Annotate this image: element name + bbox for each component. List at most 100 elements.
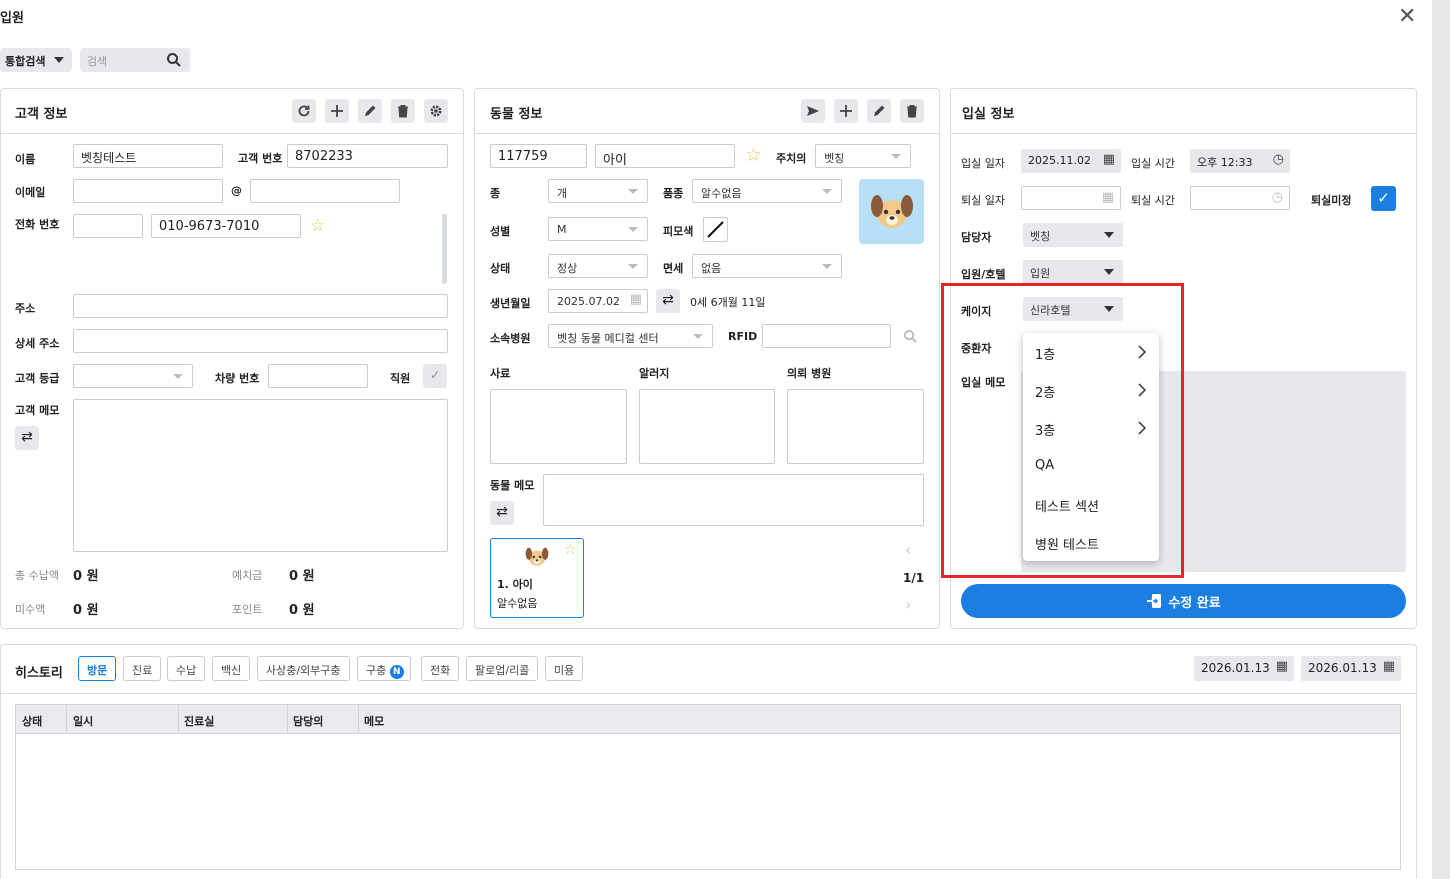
feed-textarea[interactable] [490, 389, 627, 464]
sex-label: 성별 [490, 225, 511, 238]
breed-select[interactable]: 알수없음 [692, 179, 842, 203]
animal-photo[interactable] [859, 179, 924, 244]
animal-memo-textarea[interactable] [543, 474, 924, 526]
date-to-field[interactable]: 2026.01.13 ▦ [1301, 656, 1401, 681]
rfid-field[interactable] [762, 324, 891, 348]
allergy-textarea[interactable] [639, 389, 775, 464]
customer-panel-title: 고객 정보 [15, 107, 68, 122]
species-select[interactable]: 개 [548, 179, 648, 203]
calendar-icon: ▦ [1382, 659, 1395, 674]
new-badge: N [389, 665, 404, 679]
point-label: 포인트 [232, 603, 263, 616]
favorite-star-icon[interactable]: ☆ [745, 144, 762, 166]
car-number-field[interactable] [268, 364, 368, 388]
customer-panel-header: 고객 정보 [1, 89, 463, 134]
dialog-title: 입원 [0, 11, 24, 26]
admit-time-field[interactable]: 오후 12:33 ◷ [1190, 149, 1290, 173]
customer-number-field[interactable]: 8702233 [287, 144, 448, 168]
tab-followup[interactable]: 팔로업/리콜 [466, 656, 539, 681]
tab-treatment[interactable]: 진료 [123, 656, 162, 681]
type-select[interactable]: 입원 [1023, 260, 1123, 284]
delete-animal-button[interactable] [900, 99, 924, 123]
color-empty-icon [707, 221, 724, 238]
caution-label: 주치의 [776, 152, 807, 165]
caret-down-icon [822, 189, 832, 194]
customer-memo-textarea[interactable] [73, 399, 448, 552]
discharge-time-field[interactable]: ◷ [1190, 186, 1290, 210]
admit-date-field[interactable]: 2025.11.02 ▦ [1021, 149, 1121, 173]
phone-prefix-field[interactable] [73, 214, 143, 238]
type-label: 입원/호텔 [961, 268, 1006, 281]
send-button[interactable] [801, 99, 825, 123]
feed-label: 사료 [490, 367, 511, 380]
rfid-search-icon[interactable] [903, 329, 918, 344]
hospital-label: 소속병원 [490, 332, 531, 345]
point-value: 0 원 [289, 603, 315, 618]
animal-id-field[interactable]: 117759 [490, 144, 587, 168]
referral-textarea[interactable] [787, 389, 924, 464]
caret-down-icon [1104, 269, 1114, 275]
customer-name-label: 이름 [15, 153, 36, 166]
dog-face-icon [525, 547, 549, 566]
tab-phone[interactable]: 전화 [421, 656, 460, 681]
refresh-button[interactable] [292, 99, 316, 123]
customer-name-field[interactable]: 벳칭테스트 [73, 144, 223, 168]
address-label: 주소 [15, 302, 36, 315]
next-page-icon[interactable]: › [905, 595, 911, 614]
animal-card[interactable]: ☆ 1. 아이 알수없음 [490, 538, 584, 618]
search-icon[interactable] [166, 52, 182, 68]
tab-deworm[interactable]: 구충 N [357, 656, 411, 681]
detail-address-field[interactable] [73, 329, 448, 353]
manager-select[interactable]: 벳칭 [1023, 223, 1123, 247]
column-header-room: 진료실 [184, 715, 215, 728]
tab-heartworm[interactable]: 사상충/외부구충 [257, 656, 350, 681]
trash-icon [907, 105, 917, 118]
settings-button[interactable] [424, 99, 448, 123]
star-icon[interactable]: ☆ [310, 216, 325, 236]
animal-name-field[interactable]: 아이 [595, 144, 735, 168]
add-animal-button[interactable] [834, 99, 858, 123]
send-icon [807, 106, 819, 116]
page-scrollbar[interactable] [1432, 0, 1450, 879]
date-from-field[interactable]: 2026.01.13 ▦ [1194, 656, 1294, 681]
search-type-dropdown[interactable]: 통합검색 [0, 48, 72, 72]
discharge-pending-label: 퇴실미정 [1311, 194, 1352, 207]
phone-label: 전화 번호 [15, 218, 60, 231]
tab-visit[interactable]: 방문 [78, 656, 117, 681]
submit-button[interactable]: 수정 완료 [961, 584, 1406, 618]
edit-animal-button[interactable] [867, 99, 891, 123]
phone-number-field[interactable]: 010-9673-7010 [151, 214, 301, 238]
search-input[interactable]: 검색 [80, 48, 190, 72]
tab-vaccine[interactable]: 백신 [212, 656, 251, 681]
discharge-pending-checkbox[interactable]: ✓ [1371, 186, 1396, 211]
doctor-select[interactable]: 벳칭 [815, 144, 911, 168]
sex-select[interactable]: M [548, 217, 648, 241]
add-customer-button[interactable] [325, 99, 349, 123]
hospital-select[interactable]: 벳칭 동물 메디컬 센터 [548, 324, 713, 348]
grade-select[interactable] [73, 364, 193, 388]
swap-icon[interactable]: ⇄ [15, 426, 39, 450]
discharge-date-field[interactable]: ▦ [1021, 186, 1121, 210]
color-picker[interactable] [703, 217, 728, 242]
email-domain-field[interactable] [250, 179, 400, 203]
prev-page-icon[interactable]: ‹ [905, 540, 911, 559]
delete-customer-button[interactable] [391, 99, 415, 123]
status-select[interactable]: 정상 [548, 254, 648, 278]
birth-date-field[interactable]: 2025.07.02 ▦ [548, 289, 648, 313]
close-icon[interactable]: ✕ [1398, 4, 1416, 29]
calendar-icon: ▦ [1102, 152, 1115, 167]
edit-customer-button[interactable] [358, 99, 382, 123]
caret-down-icon [628, 264, 638, 269]
staff-label: 직원 [390, 372, 411, 385]
phone-list-scrollbar[interactable] [442, 214, 447, 284]
swap-icon[interactable]: ⇄ [656, 289, 680, 313]
tax-select[interactable]: 없음 [692, 254, 842, 278]
address-field[interactable] [73, 294, 448, 318]
tab-payment[interactable]: 수납 [167, 656, 206, 681]
swap-icon[interactable]: ⇄ [490, 501, 514, 525]
staff-checkbox[interactable]: ✓ [423, 364, 447, 388]
tab-grooming[interactable]: 미용 [545, 656, 584, 681]
hospital-value: 벳칭 동물 메디컬 센터 [557, 332, 659, 345]
email-local-field[interactable] [73, 179, 223, 203]
caret-down-icon [628, 227, 638, 232]
